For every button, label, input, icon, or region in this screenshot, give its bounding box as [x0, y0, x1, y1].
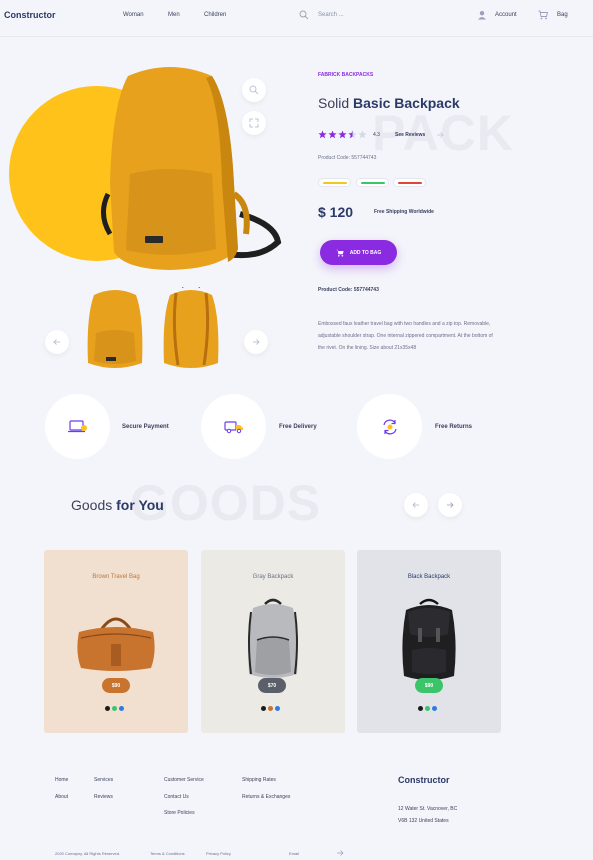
delivery-truck-icon	[223, 420, 243, 433]
returns-icon	[382, 419, 397, 434]
product-title-light: Solid	[318, 95, 350, 111]
nav-men[interactable]: Men	[168, 12, 180, 18]
expand-button[interactable]	[242, 111, 266, 135]
nav-children[interactable]: Children	[204, 12, 226, 18]
privacy-link[interactable]: Privacy Policy	[206, 851, 231, 856]
footer-link-customer-service[interactable]: Customer Service	[164, 777, 204, 783]
color-dot[interactable]	[418, 706, 423, 711]
account-icon[interactable]	[477, 10, 487, 20]
color-dot[interactable]	[261, 706, 266, 711]
color-dot[interactable]	[268, 706, 273, 711]
goods-title-bold: for You	[116, 497, 164, 513]
footer-link-services[interactable]: Services	[94, 777, 113, 783]
thumb-prev-button[interactable]	[45, 330, 69, 354]
footer-link-home[interactable]: Home	[55, 777, 68, 783]
header: Constructor Woman Men Children Search ..…	[0, 0, 593, 37]
black-backpack-image	[402, 598, 456, 680]
card-title[interactable]: Brown Travel Bag	[44, 574, 188, 580]
footer-address-line-2: V6B 132 United States	[398, 818, 449, 824]
color-dot[interactable]	[432, 706, 437, 711]
footer-link-shipping-rates[interactable]: Shipping Rates	[242, 777, 276, 783]
feature-free-returns	[357, 394, 422, 459]
color-dot[interactable]	[275, 706, 280, 711]
arrow-right-icon	[447, 502, 454, 508]
product-code-secondary: Product Code: 557744743	[318, 287, 379, 293]
zoom-button[interactable]	[242, 78, 266, 102]
thumbnail-back[interactable]	[162, 287, 220, 371]
cart-icon	[336, 249, 344, 257]
feature-free-delivery	[201, 394, 266, 459]
search-input[interactable]: Search ...	[318, 12, 344, 18]
card-price: $70	[258, 678, 286, 693]
add-to-bag-label: ADD TO BAG	[349, 249, 382, 256]
arrow-left-icon	[412, 502, 419, 508]
add-to-bag-button[interactable]: ADD TO BAG	[320, 240, 397, 265]
color-swatch	[397, 181, 422, 184]
account-link[interactable]: Account	[495, 12, 517, 18]
gray-backpack-image	[248, 598, 298, 678]
color-dot[interactable]	[112, 706, 117, 711]
color-dot[interactable]	[119, 706, 124, 711]
email-submit-arrow-icon[interactable]	[336, 849, 344, 857]
arrow-left-icon	[53, 339, 60, 345]
color-option-red[interactable]	[393, 178, 426, 187]
goods-section-title: Goods for You	[71, 497, 164, 513]
expand-icon	[249, 118, 259, 128]
product-description: Embossed faux leather travel bag with tw…	[318, 321, 493, 351]
nav-woman[interactable]: Woman	[123, 12, 144, 18]
product-title: Solid Basic Backpack	[318, 95, 460, 111]
product-category[interactable]: FABRICK BACKPACKS	[318, 72, 373, 78]
goods-prev-button[interactable]	[404, 493, 428, 517]
product-code: Product Code: 557744743	[318, 155, 377, 161]
color-dot[interactable]	[105, 706, 110, 711]
footer-link-reviews[interactable]: Reviews	[94, 794, 113, 800]
email-input[interactable]: Email	[289, 851, 299, 856]
bag-link[interactable]: Bag	[557, 12, 568, 18]
color-dot[interactable]	[425, 706, 430, 711]
footer-link-about[interactable]: About	[55, 794, 68, 800]
card-price: $90	[415, 678, 443, 693]
rating-value: 4.3	[373, 132, 380, 138]
search-icon[interactable]	[299, 10, 309, 20]
card-title[interactable]: Black Backpack	[357, 574, 501, 580]
footer-link-returns[interactable]: Returns & Exchanges	[242, 794, 290, 800]
terms-link[interactable]: Terms & Conditions	[150, 851, 185, 856]
thumbnail-front[interactable]	[86, 287, 144, 371]
footer-link-store-policies[interactable]: Store Policies	[164, 810, 195, 816]
zoom-icon	[249, 85, 259, 95]
product-price: $ 120	[318, 204, 354, 220]
card-title[interactable]: Gray Backpack	[201, 574, 345, 580]
copyright: 2020 Comapny. All Rights Reserved.	[55, 851, 121, 856]
thumb-next-button[interactable]	[244, 330, 268, 354]
arrow-right-icon	[253, 339, 260, 345]
rating-stars	[318, 130, 367, 139]
payment-icon	[67, 419, 87, 432]
color-option-green[interactable]	[356, 178, 389, 187]
feature-label: Free Delivery	[279, 424, 317, 430]
cart-icon[interactable]	[538, 10, 548, 20]
color-swatch	[322, 181, 347, 184]
footer-link-contact-us[interactable]: Contact Us	[164, 794, 189, 800]
footer-address-line-1: 12 Water St. Vacnover, BC	[398, 806, 458, 812]
footer-brand[interactable]: Constructor	[398, 775, 450, 785]
goods-title-light: Goods	[71, 497, 113, 513]
see-reviews-link[interactable]: See Reviews	[395, 132, 425, 138]
feature-label: Secure Payment	[122, 424, 169, 430]
color-option-yellow[interactable]	[318, 178, 351, 187]
color-swatch	[360, 181, 385, 184]
product-title-bold: Basic Backpack	[353, 95, 460, 111]
reviews-arrow-icon[interactable]	[436, 131, 444, 139]
feature-secure-payment	[45, 394, 110, 459]
feature-label: Free Returns	[435, 424, 473, 430]
free-shipping-note: Free Shipping Worldwide	[374, 209, 434, 215]
card-price: $90	[102, 678, 130, 693]
logo[interactable]: Constructor	[4, 10, 56, 20]
brown-travel-bag-image	[77, 617, 155, 671]
goods-next-button[interactable]	[438, 493, 462, 517]
